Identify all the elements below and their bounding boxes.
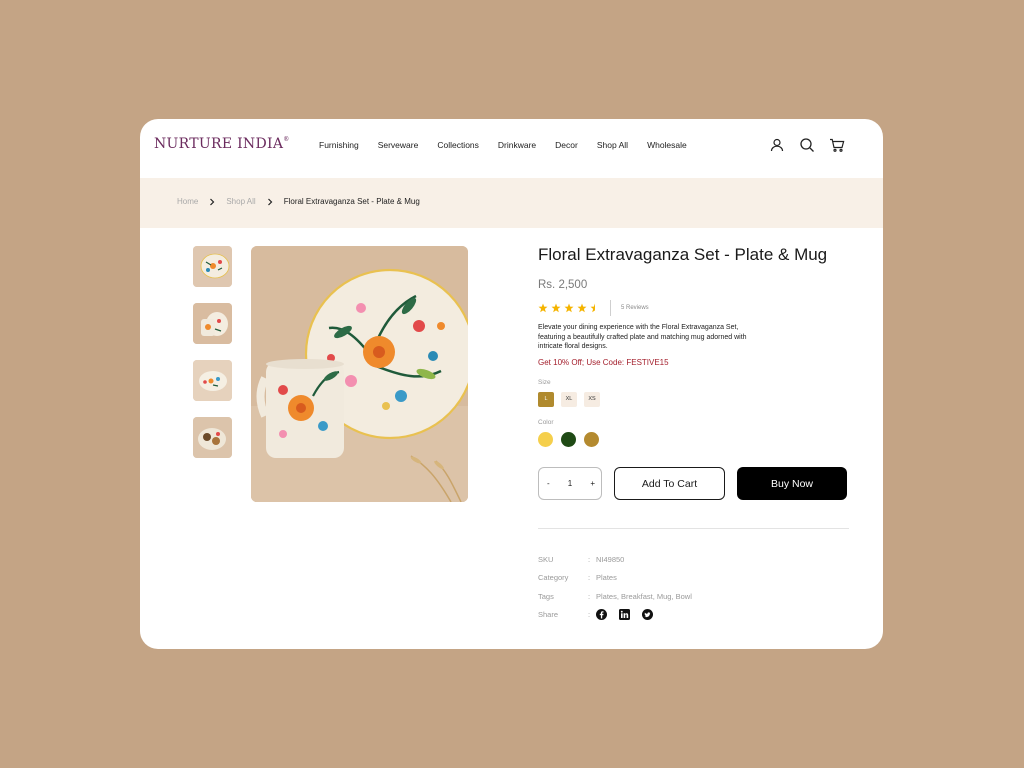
- color-options: [538, 431, 858, 447]
- meta-share-label: Share: [538, 610, 559, 620]
- breadcrumb-bar: Home Shop All Floral Extravaganza Set - …: [140, 178, 883, 228]
- breadcrumb-home[interactable]: Home: [177, 197, 198, 206]
- size-options: L XL XS: [538, 391, 858, 407]
- star-half-icon: [590, 303, 595, 313]
- product-rating: 5 Reviews: [538, 300, 858, 316]
- product-price: Rs. 2,500: [538, 279, 588, 291]
- rating-divider: [610, 300, 611, 316]
- meta-colon: :: [588, 554, 591, 564]
- add-to-cart-button[interactable]: Add To Cart: [614, 467, 725, 500]
- product-description: Elevate your dining experience with the …: [538, 324, 747, 350]
- meta-category-label: Category: [538, 573, 569, 583]
- chevron-right-icon: [208, 198, 216, 206]
- twitter-icon[interactable]: [642, 609, 653, 621]
- quantity-value[interactable]: 1: [568, 479, 572, 488]
- product-page-card: NURTURE INDIA® Furnishing Serveware Coll…: [140, 119, 883, 649]
- header-icons: [769, 137, 845, 153]
- nav-drinkware[interactable]: Drinkware: [498, 140, 536, 150]
- thumbnail-1[interactable]: [193, 246, 232, 287]
- size-option-xs[interactable]: XS: [584, 391, 600, 407]
- cart-icon[interactable]: [829, 137, 845, 153]
- facebook-icon[interactable]: [596, 609, 607, 621]
- size-option-xl[interactable]: XL: [561, 391, 577, 407]
- quantity-increase-button[interactable]: +: [590, 479, 595, 488]
- star-icon: [551, 303, 561, 313]
- color-swatch-mustard[interactable]: [584, 431, 599, 447]
- linkedin-icon[interactable]: [619, 609, 630, 621]
- search-icon[interactable]: [799, 137, 815, 153]
- nav-shop-all[interactable]: Shop All: [597, 140, 628, 150]
- breadcrumb: Home Shop All Floral Extravaganza Set - …: [177, 197, 420, 206]
- star-icon: [577, 303, 587, 313]
- color-swatch-yellow[interactable]: [538, 431, 553, 447]
- thumbnail-4[interactable]: [193, 417, 232, 458]
- meta-sku-label: SKU: [538, 554, 554, 564]
- meta-sku-value: NI49850: [596, 554, 625, 564]
- chevron-right-icon: [266, 198, 274, 206]
- quantity-decrease-button[interactable]: -: [547, 479, 550, 488]
- meta-row-sku: SKU : NI49850: [538, 550, 692, 569]
- meta-row-share: Share :: [538, 606, 692, 625]
- main-nav: Furnishing Serveware Collections Drinkwa…: [319, 140, 706, 150]
- share-links: [596, 609, 653, 621]
- user-icon[interactable]: [769, 137, 785, 153]
- color-swatch-green[interactable]: [561, 431, 576, 447]
- meta-colon: :: [588, 610, 591, 620]
- thumbnail-list: [193, 246, 232, 474]
- nav-wholesale[interactable]: Wholesale: [647, 140, 687, 150]
- nav-decor[interactable]: Decor: [555, 140, 578, 150]
- breadcrumb-current: Floral Extravaganza Set - Plate & Mug: [283, 197, 420, 206]
- meta-row-tags: Tags : Plates, Breakfast, Mug, Bowl: [538, 587, 692, 606]
- star-icon: [538, 303, 548, 313]
- site-header: NURTURE INDIA® Furnishing Serveware Coll…: [140, 119, 883, 178]
- nav-collections[interactable]: Collections: [437, 140, 479, 150]
- nav-furnishing[interactable]: Furnishing: [319, 140, 359, 150]
- size-label: Size: [538, 378, 551, 386]
- color-label: Color: [538, 418, 554, 426]
- brand-logo[interactable]: NURTURE INDIA®: [154, 136, 290, 152]
- thumbnail-3[interactable]: [193, 360, 232, 401]
- promo-text: Get 10% Off; Use Code: FESTIVE15: [538, 357, 669, 367]
- meta-colon: :: [588, 573, 591, 583]
- star-rating: [538, 303, 600, 313]
- buy-now-button[interactable]: Buy Now: [737, 467, 847, 500]
- meta-row-category: Category : Plates: [538, 569, 692, 588]
- product-main-image: [251, 246, 468, 502]
- meta-tags-value[interactable]: Plates, Breakfast, Mug, Bowl: [596, 592, 692, 601]
- thumbnail-2[interactable]: [193, 303, 232, 344]
- purchase-actions: - 1 + Add To Cart Buy Now: [538, 467, 847, 500]
- product-title: Floral Extravaganza Set - Plate & Mug: [538, 245, 828, 264]
- product-meta: SKU : NI49850 Category : Plates Tags : P…: [538, 550, 692, 624]
- product-details: Floral Extravaganza Set - Plate & Mug Rs…: [538, 245, 858, 621]
- section-divider: [538, 528, 849, 529]
- quantity-stepper: - 1 +: [538, 467, 602, 500]
- meta-tags-label: Tags: [538, 591, 554, 601]
- review-count[interactable]: 5 Reviews: [621, 305, 649, 311]
- size-option-l[interactable]: L: [538, 391, 554, 407]
- breadcrumb-shop-all[interactable]: Shop All: [226, 197, 255, 206]
- meta-category-value[interactable]: Plates: [596, 573, 617, 582]
- nav-serveware[interactable]: Serveware: [378, 140, 419, 150]
- star-icon: [564, 303, 574, 313]
- meta-colon: :: [588, 591, 591, 601]
